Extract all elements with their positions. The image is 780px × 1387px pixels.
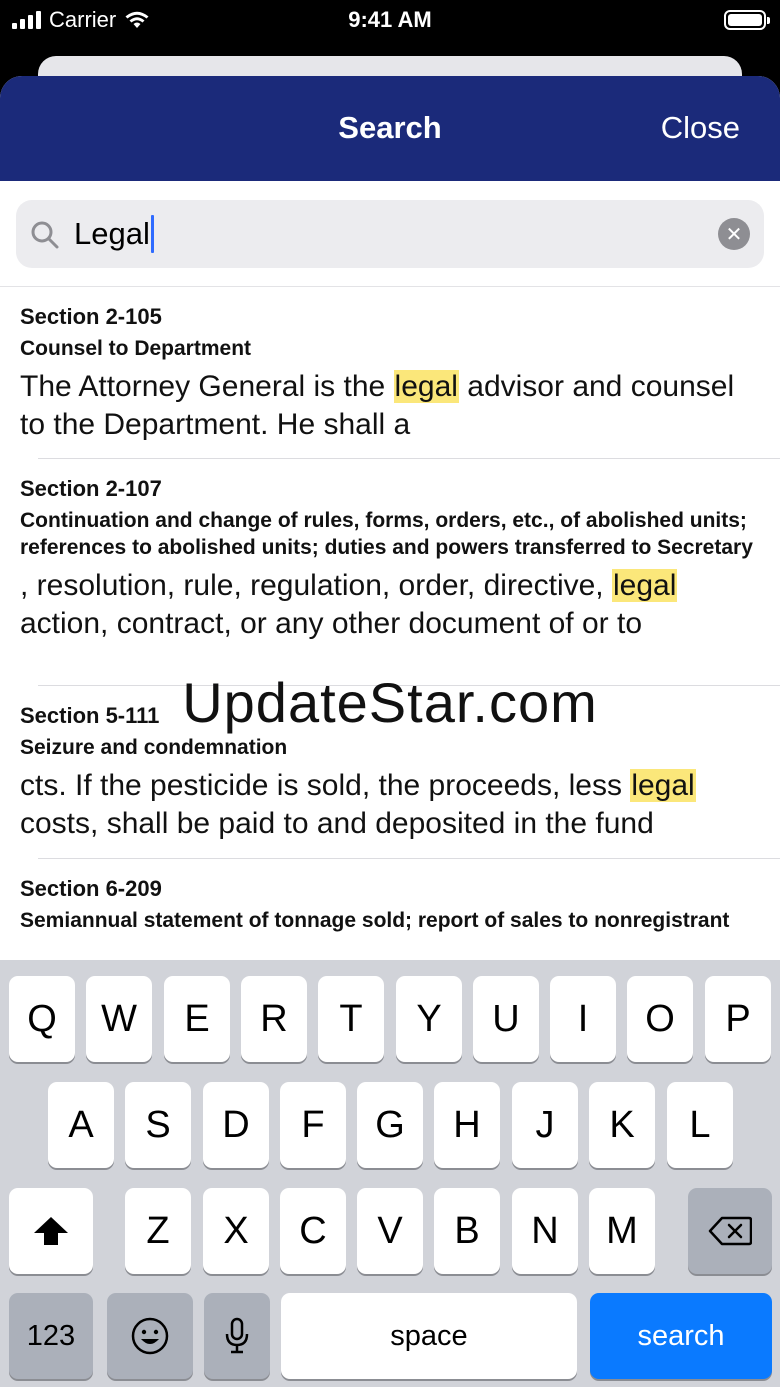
search-highlight: legal xyxy=(630,769,696,802)
result-snippet: cts. If the pesticide is sold, the proce… xyxy=(20,769,696,840)
emoji-icon xyxy=(131,1317,169,1355)
search-input[interactable]: Legal ✕ xyxy=(16,200,764,268)
result-section: Section 2-107 xyxy=(20,476,162,501)
key-b[interactable]: B xyxy=(434,1188,500,1274)
key-x[interactable]: X xyxy=(203,1188,269,1274)
key-l[interactable]: L xyxy=(667,1082,733,1168)
result-heading: Continuation and change of rules, forms,… xyxy=(20,509,753,559)
result-snippet: The Attorney General is the legal adviso… xyxy=(20,370,735,441)
result-heading: Counsel to Department xyxy=(20,337,252,360)
search-highlight: legal xyxy=(393,370,459,403)
key-s[interactable]: S xyxy=(125,1082,191,1168)
key-u[interactable]: U xyxy=(473,976,539,1062)
space-key[interactable]: space xyxy=(281,1293,577,1379)
key-o[interactable]: O xyxy=(627,976,693,1062)
result-section: Section 2-105 xyxy=(20,304,162,329)
result-item[interactable]: Section 5-111 Seizure and condemnation c… xyxy=(0,686,780,859)
search-icon xyxy=(31,221,59,249)
status-bar: Carrier 9:41 AM xyxy=(0,0,780,44)
key-d[interactable]: D xyxy=(203,1082,269,1168)
key-k[interactable]: K xyxy=(589,1082,655,1168)
key-g[interactable]: G xyxy=(357,1082,423,1168)
nav-bar: Search Close xyxy=(0,76,780,181)
key-e[interactable]: E xyxy=(164,976,230,1062)
key-v[interactable]: V xyxy=(357,1188,423,1274)
key-f[interactable]: F xyxy=(280,1082,346,1168)
text-caret xyxy=(150,215,154,253)
result-item[interactable]: Section 2-105 Counsel to Department The … xyxy=(0,287,780,459)
result-section: Section 5-111 xyxy=(20,703,160,728)
numbers-key[interactable]: 123 xyxy=(9,1293,93,1379)
backspace-icon xyxy=(708,1216,752,1246)
key-i[interactable]: I xyxy=(550,976,616,1062)
clear-search-button[interactable]: ✕ xyxy=(718,218,750,250)
microphone-icon xyxy=(225,1317,249,1354)
key-p[interactable]: P xyxy=(705,976,771,1062)
result-item[interactable]: Section 2-107 Continuation and change of… xyxy=(0,459,780,686)
results-list: Section 2-105 Counsel to Department The … xyxy=(0,287,780,1059)
key-t[interactable]: T xyxy=(318,976,384,1062)
key-j[interactable]: J xyxy=(512,1082,578,1168)
key-r[interactable]: R xyxy=(241,976,307,1062)
search-highlight: legal xyxy=(611,569,678,602)
key-q[interactable]: Q xyxy=(9,976,75,1062)
keyboard: Q W E R T Y U I O P A S D F G H J K L Z … xyxy=(0,960,780,1387)
dictation-key[interactable] xyxy=(204,1293,270,1379)
key-m[interactable]: M xyxy=(589,1188,655,1274)
key-y[interactable]: Y xyxy=(396,976,462,1062)
key-z[interactable]: Z xyxy=(125,1188,191,1274)
status-time: 9:41 AM xyxy=(348,7,432,32)
close-button[interactable]: Close xyxy=(661,110,740,146)
battery-icon xyxy=(724,10,770,30)
delete-key[interactable] xyxy=(688,1188,772,1274)
result-heading: Seizure and condemnation xyxy=(20,736,288,759)
emoji-key[interactable] xyxy=(107,1293,193,1379)
search-input-value: Legal xyxy=(74,216,150,251)
search-bar: Legal ✕ xyxy=(0,181,780,287)
result-section: Section 6-209 xyxy=(20,876,162,901)
search-key[interactable]: search xyxy=(590,1293,772,1379)
result-heading: Semiannual statement of tonnage sold; re… xyxy=(20,909,730,932)
shift-icon xyxy=(34,1217,68,1245)
shift-key[interactable] xyxy=(9,1188,93,1274)
result-snippet: , resolution, rule, regulation, order, d… xyxy=(20,569,678,640)
key-w[interactable]: W xyxy=(86,976,152,1062)
key-a[interactable]: A xyxy=(48,1082,114,1168)
key-h[interactable]: H xyxy=(434,1082,500,1168)
key-n[interactable]: N xyxy=(512,1188,578,1274)
key-c[interactable]: C xyxy=(280,1188,346,1274)
close-icon: ✕ xyxy=(725,223,743,246)
